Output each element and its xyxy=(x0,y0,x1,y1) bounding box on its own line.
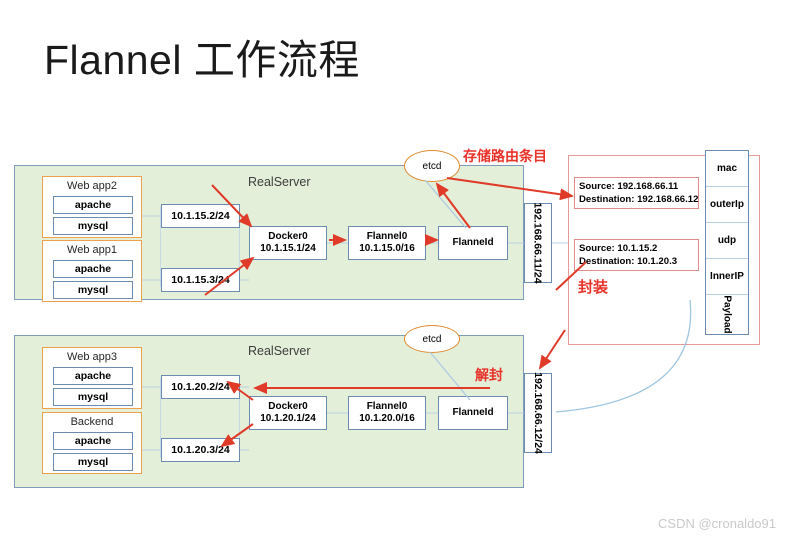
packet-stack-cell-udp: udp xyxy=(706,223,748,259)
outer-header-box: Source: 192.168.66.11 Destination: 192.1… xyxy=(574,177,699,209)
container-ip-10-1-20-3: 10.1.20.3/24 xyxy=(161,438,240,462)
page-title: Flannel 工作流程 xyxy=(44,37,360,83)
etcd-node-top: etcd xyxy=(404,150,460,182)
app-group-web-app3: Web app3 apache mysql xyxy=(42,347,142,409)
app-group-title: Web app2 xyxy=(67,180,117,192)
docker0-cidr: 10.1.15.1/24 xyxy=(260,243,316,254)
host-ip-label: 192.168.66.11/24 xyxy=(532,202,545,284)
packet-stack-cell-payload-label: Payload xyxy=(721,295,733,334)
container-ip-10-1-15-2: 10.1.15.2/24 xyxy=(161,204,240,228)
docker0-name: Docker0 xyxy=(268,401,308,412)
flannel0-name: Flannel0 xyxy=(366,401,408,412)
app-group-title: Web app1 xyxy=(67,244,117,256)
inner-source-label: Source: 10.1.15.2 xyxy=(579,243,658,254)
service-box-apache: apache xyxy=(53,260,133,278)
etcd-node-bottom: etcd xyxy=(404,325,460,353)
app-group-backend: Backend apache mysql xyxy=(42,412,142,474)
service-box-mysql: mysql xyxy=(53,217,133,235)
inner-destination-label: Destination: 10.1.20.3 xyxy=(579,255,678,267)
app-group-title: Backend xyxy=(70,416,114,428)
docker0-node-top: Docker0 10.1.15.1/24 xyxy=(249,226,327,260)
flannel0-cidr: 10.1.20.0/16 xyxy=(359,413,415,424)
host-ip-box-bottom: 192.168.66.12/24 xyxy=(524,372,552,454)
flannel0-name: Flannel0 xyxy=(366,231,408,242)
slide-canvas: Flannel 工作流程 RealServer Web app2 apache … xyxy=(0,0,794,543)
docker0-node-bottom: Docker0 10.1.20.1/24 xyxy=(249,396,327,430)
flanneld-node-bottom: FlanneId xyxy=(438,396,508,430)
host-ip-box-top: 192.168.66.11/24 xyxy=(524,202,552,284)
host-ip-label: 192.168.66.12/24 xyxy=(532,372,544,454)
flannel0-node-bottom: Flannel0 10.1.20.0/16 xyxy=(348,396,426,430)
flannel0-cidr: 10.1.15.0/16 xyxy=(359,243,415,254)
app-group-title: Web app3 xyxy=(67,351,117,363)
top-realserver-label: RealServer xyxy=(248,175,311,189)
app-group-web-app1: Web app1 apache mysql xyxy=(42,240,142,302)
container-ip-10-1-15-3: 10.1.15.3/24 xyxy=(161,268,240,292)
watermark: CSDN @cronaldo91 xyxy=(658,516,776,531)
service-box-apache: apache xyxy=(53,367,133,385)
arrow-into-bottom-host xyxy=(538,329,566,370)
docker0-cidr: 10.1.20.1/24 xyxy=(260,413,316,424)
service-box-mysql: mysql xyxy=(53,453,133,471)
flanneld-node-top: FlanneId xyxy=(438,226,508,260)
packet-stack: mac outerIp udp InnerIP Payload xyxy=(705,150,749,335)
packet-stack-cell-payload: Payload xyxy=(706,295,748,334)
docker0-name: Docker0 xyxy=(268,231,308,242)
container-ip-10-1-20-2: 10.1.20.2/24 xyxy=(161,375,240,399)
annotation-decapsulate: 解封 xyxy=(475,368,503,384)
packet-stack-cell-innerip: InnerIP xyxy=(706,259,748,295)
service-box-apache: apache xyxy=(53,196,133,214)
outer-source-label: Source: 192.168.66.11 xyxy=(579,181,679,192)
annotation-encapsulate: 封装 xyxy=(578,278,609,296)
bottom-realserver-label: RealServer xyxy=(248,344,311,358)
flannel0-node-top: Flannel0 10.1.15.0/16 xyxy=(348,226,426,260)
outer-destination-label: Destination: 192.168.66.12 xyxy=(579,193,699,205)
service-box-mysql: mysql xyxy=(53,388,133,406)
app-group-web-app2: Web app2 apache mysql xyxy=(42,176,142,238)
packet-stack-cell-mac: mac xyxy=(706,151,748,187)
inner-header-box: Source: 10.1.15.2 Destination: 10.1.20.3 xyxy=(574,239,699,271)
packet-stack-cell-outerip: outerIp xyxy=(706,187,748,223)
annotation-store-route: 存储路由条目 xyxy=(463,149,547,165)
service-box-apache: apache xyxy=(53,432,133,450)
service-box-mysql: mysql xyxy=(53,281,133,299)
